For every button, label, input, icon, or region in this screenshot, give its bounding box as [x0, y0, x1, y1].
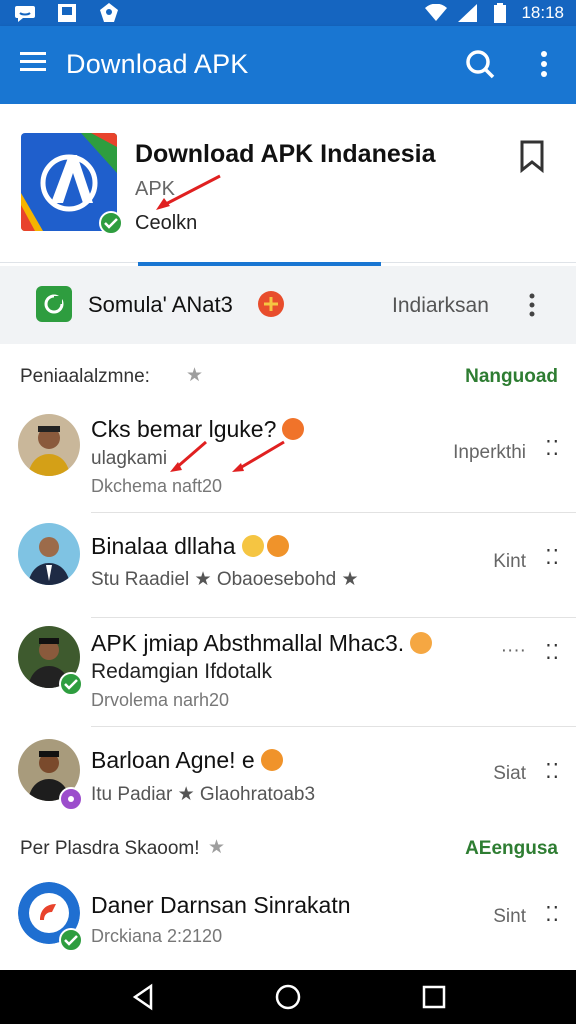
menu-icon[interactable]: [20, 50, 52, 80]
item-meta: ····: [500, 640, 526, 661]
item-more-icon[interactable]: ⁚⁚: [545, 436, 560, 461]
list-item[interactable]: Barloan Agne! e Itu Padiar ★ Glaohratoab…: [0, 727, 576, 823]
avatar: [18, 523, 80, 585]
section-label: Peniaalalzmne:: [20, 366, 150, 387]
item-subtitle: Itu Padiar ★ Glaohratoab3: [91, 784, 316, 805]
star-icon: ★: [186, 365, 204, 386]
item-meta: Siat: [493, 763, 526, 784]
badge-icon: [260, 749, 283, 771]
item-subtitle: Redamgian Ifdotalk: [91, 660, 272, 683]
item-title: Barloan Agne! e: [91, 747, 283, 774]
badge-icon: [282, 418, 305, 440]
app-bar: Download APK: [0, 26, 576, 104]
bookmark-icon[interactable]: [518, 140, 546, 174]
section-header: Per Plasdra Skaoom! ★ AEengusa: [0, 824, 576, 876]
section-label: Per Plasdra Skaoom!: [20, 838, 200, 859]
app-status: Ceolkn: [135, 212, 198, 234]
item-timestamp: Dkchema naft20: [91, 476, 223, 496]
item-more-icon[interactable]: ⁚⁚: [545, 759, 560, 784]
home-icon[interactable]: [273, 982, 303, 1012]
sub-bar-more-icon[interactable]: [526, 292, 538, 318]
item-timestamp: Drckiana 2:2120: [91, 926, 223, 946]
item-meta: Inperkthi: [453, 442, 526, 463]
item-title: Binalaa dllaha: [91, 533, 289, 560]
recents-icon[interactable]: [419, 982, 449, 1012]
item-title: APK jmiap Absthmallal Mhac3.: [91, 630, 433, 657]
purple-badge-icon: [59, 787, 83, 811]
section-header: Peniaalalzmne: ★ Nanguoad: [0, 352, 576, 404]
avatar: [18, 414, 80, 476]
app-notification-icon: [98, 2, 120, 24]
emoji-icon: [266, 535, 289, 557]
app-title: Download APK Indanesia: [135, 140, 436, 168]
back-icon[interactable]: [129, 982, 159, 1012]
item-meta: Kint: [493, 551, 526, 572]
item-more-icon[interactable]: ⁚⁚: [545, 545, 560, 570]
verified-badge-icon: [59, 672, 83, 696]
emoji-icon: [241, 535, 264, 557]
list-item[interactable]: Binalaa dllaha Stu Raadiel ★ Obaoesebohd…: [0, 513, 576, 617]
signal-icon: [457, 2, 479, 24]
sub-bar-name: Somula' ANat3: [88, 292, 233, 317]
red-arrows-icon: [170, 440, 285, 472]
app-bar-title: Download APK: [66, 49, 249, 79]
item-title: Daner Darnsan Sinrakatn: [91, 892, 351, 918]
status-time: 18:18: [521, 3, 564, 22]
overflow-menu-icon[interactable]: [532, 48, 556, 82]
verified-badge-icon: [59, 928, 83, 952]
star-icon: ★: [208, 837, 226, 858]
list-item[interactable]: Daner Darnsan Sinrakatn Drckiana 2:2120 …: [0, 874, 576, 970]
section-action-link[interactable]: Nanguoad: [465, 366, 558, 388]
status-bar: 18:18: [0, 0, 576, 26]
item-more-icon[interactable]: ⁚⁚: [545, 640, 560, 665]
emoji-icon: [410, 632, 433, 654]
list-item[interactable]: APK jmiap Absthmallal Mhac3. Redamgian I…: [0, 618, 576, 726]
item-subtitle: Stu Raadiel ★ Obaoesebohd ★: [91, 569, 359, 590]
green-app-icon: [36, 286, 72, 322]
item-more-icon[interactable]: ⁚⁚: [545, 902, 560, 927]
section-action-link[interactable]: AEengusa: [465, 838, 558, 860]
red-arrow-icon: [156, 174, 221, 210]
wifi-icon: [425, 2, 448, 24]
verified-badge-icon: [99, 211, 123, 235]
item-subtitle: ulagkami: [91, 448, 168, 469]
image-notification-icon: [56, 2, 78, 24]
battery-icon: [489, 2, 511, 24]
item-meta: Sint: [493, 906, 526, 927]
search-icon[interactable]: [464, 48, 498, 82]
sub-bar[interactable]: Somula' ANat3 Indiarksan: [0, 266, 576, 344]
orange-badge-icon: [258, 291, 284, 317]
system-nav-bar: [0, 970, 576, 1024]
item-timestamp: Drvolema narh20: [91, 690, 230, 710]
chat-notification-icon: [14, 2, 36, 24]
sub-bar-right-label[interactable]: Indiarksan: [392, 294, 489, 318]
